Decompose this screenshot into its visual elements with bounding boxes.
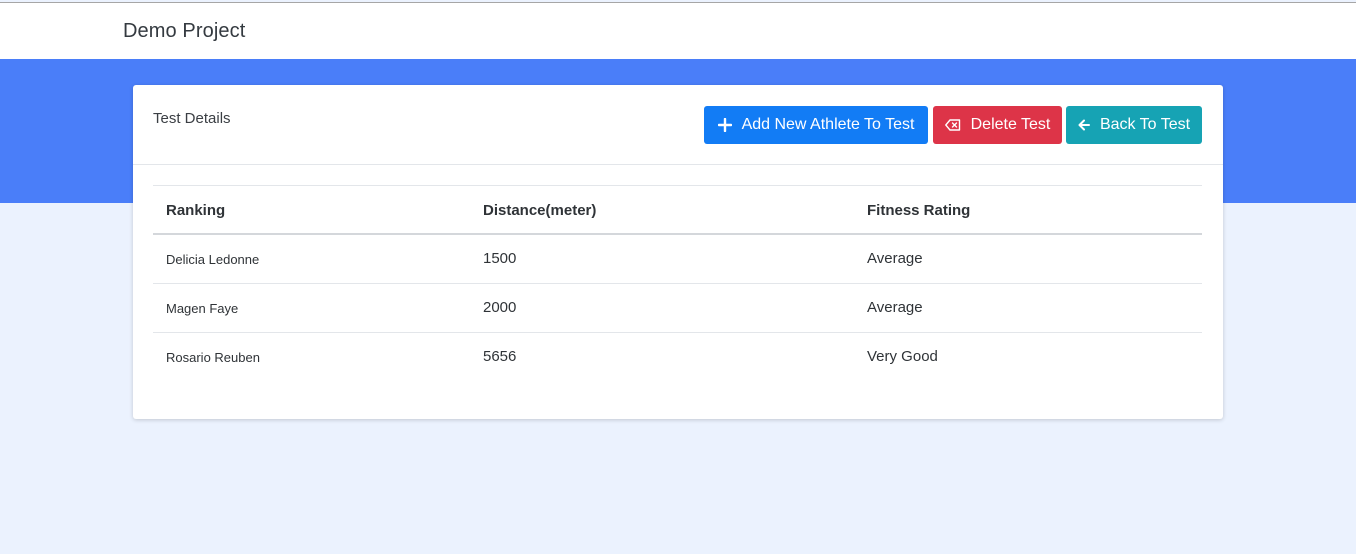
- athlete-distance: 2000: [483, 299, 517, 316]
- athlete-name: Magen Faye: [166, 301, 239, 316]
- test-details-card: Test Details Add New Athlete To Test Del…: [133, 85, 1223, 419]
- delete-test-label: Delete Test: [970, 116, 1051, 133]
- navbar: Demo Project: [0, 3, 1356, 59]
- card-title: Test Details: [153, 110, 231, 127]
- table-row: Rosario Reuben 5656 Very Good: [153, 333, 1202, 382]
- plus-icon: [717, 118, 732, 132]
- athlete-rating: Average: [867, 250, 923, 267]
- athlete-name: Rosario Reuben: [166, 350, 260, 365]
- column-header-ranking: Ranking: [166, 202, 226, 219]
- athlete-distance: 5656: [483, 348, 517, 365]
- card-header: Test Details Add New Athlete To Test Del…: [133, 85, 1223, 165]
- column-header-fitness-rating: Fitness Rating: [867, 202, 971, 219]
- back-to-test-button[interactable]: Back To Test: [1066, 106, 1202, 144]
- brand-link[interactable]: Demo Project: [123, 20, 245, 43]
- athlete-rating: Average: [867, 299, 923, 316]
- table-row: Magen Faye 2000 Average: [153, 284, 1202, 333]
- delete-test-button[interactable]: Delete Test: [933, 106, 1062, 144]
- add-athlete-label: Add New Athlete To Test: [741, 116, 915, 133]
- athlete-distance: 1500: [483, 250, 517, 267]
- add-athlete-button[interactable]: Add New Athlete To Test: [704, 106, 928, 144]
- backspace-icon: [944, 119, 961, 131]
- athlete-rating: Very Good: [867, 348, 938, 365]
- back-to-test-label: Back To Test: [1099, 116, 1191, 133]
- column-header-distance: Distance(meter): [483, 202, 597, 219]
- arrow-left-icon: [1078, 119, 1090, 131]
- table-row: Delicia Ledonne 1500 Average: [153, 235, 1202, 284]
- athlete-name: Delicia Ledonne: [166, 252, 260, 267]
- table-header: Ranking Distance(meter) Fitness Rating: [153, 185, 1202, 235]
